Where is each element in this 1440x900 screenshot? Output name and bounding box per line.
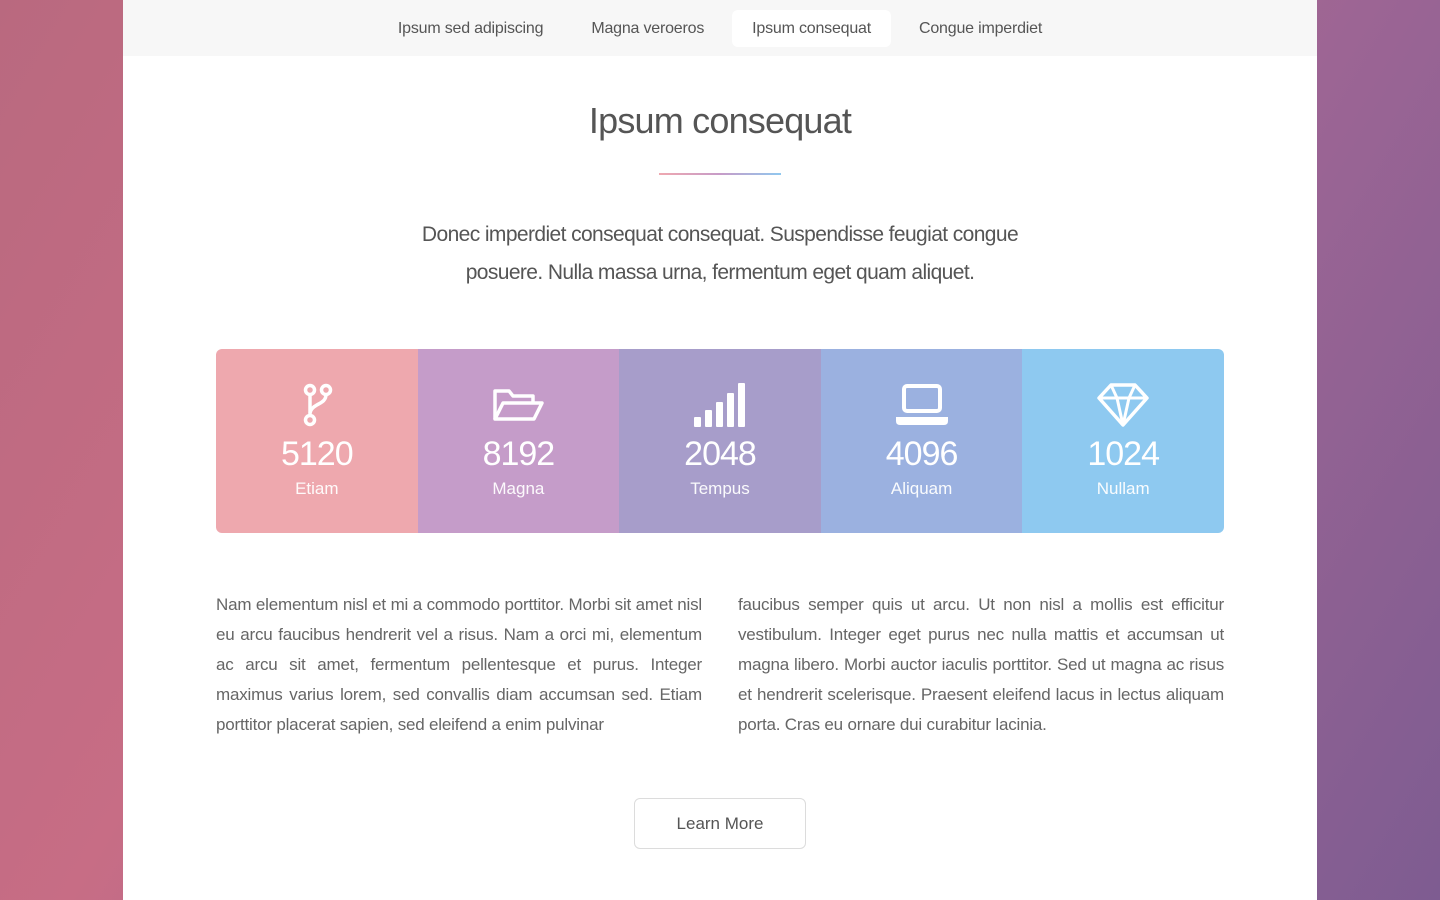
stat-label: Tempus (690, 479, 750, 498)
nav-item-ipsum-consequat[interactable]: Ipsum consequat (732, 9, 891, 47)
two-column-text: Nam elementum nisl et mi a commodo portt… (216, 590, 1224, 740)
laptop-icon (895, 384, 948, 425)
lead-paragraph: Donec imperdiet consequat consequat. Sus… (421, 223, 1019, 284)
stat-label: Nullam (1096, 479, 1150, 498)
stat-etiam: 5120 Etiam (216, 349, 418, 533)
stat-value: 2048 (684, 435, 757, 473)
stat-value: 8192 (482, 435, 556, 473)
stat-nullam: 1024 Nullam (1022, 349, 1224, 533)
nav-item-magna-veroeros[interactable]: Magna veroeros (571, 10, 724, 47)
stat-value: 1024 (1087, 435, 1160, 473)
stats-strip: 5120 Etiam 8192 Magna 2048 Tempus 4096 A… (216, 349, 1224, 533)
stat-label: Aliquam (890, 479, 953, 498)
diamond-icon (1097, 383, 1149, 427)
nav-item-ipsum-sed-adipiscing[interactable]: Ipsum sed adipiscing (378, 10, 563, 47)
title-divider (659, 173, 781, 175)
main-panel: Ipsum sed adipiscing Magna veroeros Ipsu… (123, 0, 1317, 900)
stat-label: Magna (492, 479, 545, 498)
column-left: Nam elementum nisl et mi a commodo portt… (216, 595, 702, 734)
stat-aliquam: 4096 Aliquam (820, 349, 1023, 533)
stat-magna: 8192 Magna (417, 349, 620, 533)
learn-more-button[interactable]: Learn More (634, 798, 806, 849)
page-title: Ipsum consequat (588, 100, 852, 141)
nav-item-congue-imperdiet[interactable]: Congue imperdiet (899, 10, 1062, 47)
column-right: faucibus semper quis ut arcu. Ut non nis… (738, 595, 1224, 734)
signal-icon (693, 383, 745, 427)
button-wrapper: Learn More (123, 798, 1317, 849)
stat-value: 4096 (885, 435, 959, 473)
code-branch-icon (303, 383, 333, 427)
folder-open-icon (493, 389, 545, 421)
stat-value: 5120 (280, 435, 354, 473)
stat-tempus: 2048 Tempus (619, 349, 821, 533)
top-nav: Ipsum sed adipiscing Magna veroeros Ipsu… (123, 0, 1317, 56)
stat-label: Etiam (295, 479, 339, 498)
